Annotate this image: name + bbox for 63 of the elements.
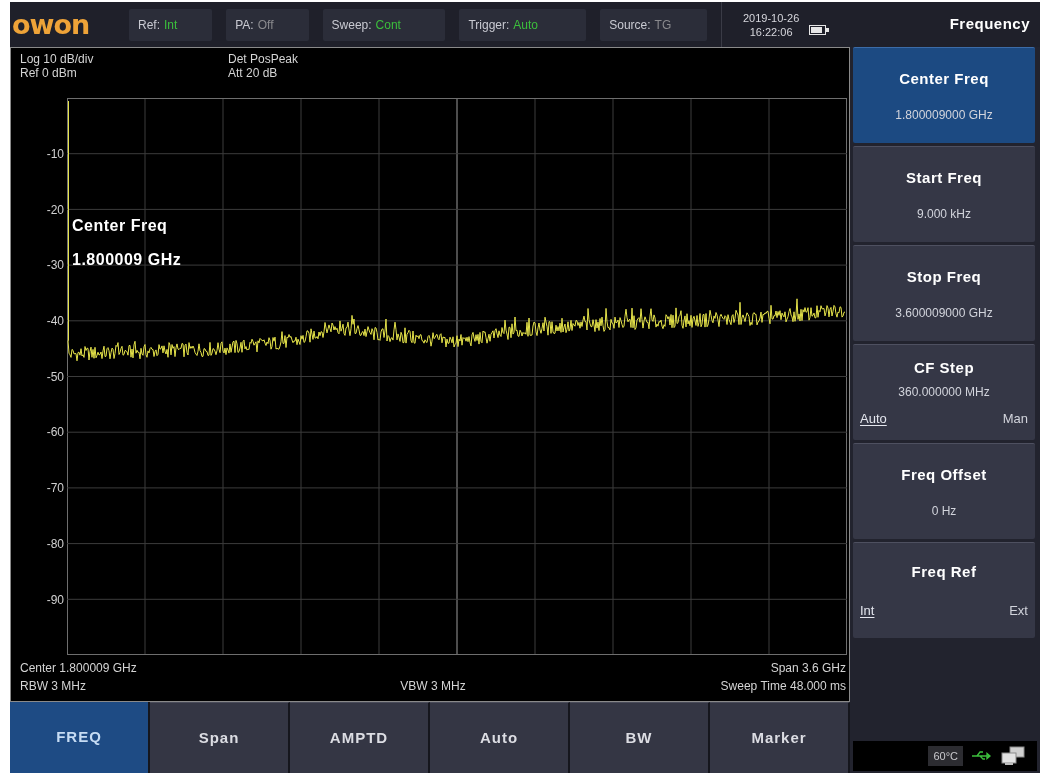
scale-text: Log 10 dB/div	[20, 52, 95, 66]
span-text: Span 3.6 GHz	[769, 660, 846, 677]
softkey-value: 360.000000 MHz	[898, 384, 990, 399]
softkey-button[interactable]: Marker	[710, 702, 850, 773]
softkey-value: 9.000 kHz	[917, 206, 971, 221]
attenuation-text: Att 20 dB	[228, 66, 279, 80]
menu-softkey[interactable]: Start Freq 9.000 kHz	[853, 146, 1035, 242]
menu-softkey[interactable]: CF Step 360.000000 MHz Auto Man	[853, 344, 1035, 440]
status-value: Off	[257, 16, 274, 34]
axis-label: -10	[46, 147, 64, 161]
option-text[interactable]: Ext	[1009, 602, 1028, 619]
menu-title: Frequency	[949, 14, 1030, 35]
axis-label: -80	[46, 536, 64, 551]
menu-softkey[interactable]: Freq Offset 0 Hz	[853, 443, 1035, 539]
softkey-value: 3.600009000 GHz	[895, 305, 993, 320]
detector-text: Det PosPeak	[228, 52, 299, 66]
status-value: Int	[164, 16, 178, 34]
sweep-time-text: Sweep Time 48.000 ms	[719, 678, 846, 695]
softkey-value: 1.800009000 GHz	[895, 107, 993, 122]
option-text[interactable]: Auto	[860, 410, 887, 427]
axis-label: -60	[46, 425, 64, 440]
center-frequency-text: Center 1.800009 GHz	[20, 660, 138, 677]
softkey-button[interactable]: BW	[570, 702, 710, 773]
brand-logo: owon	[12, 9, 90, 40]
date-text: 2019-10-26	[743, 10, 800, 25]
time-text: 16:22:06	[749, 24, 793, 39]
softkey-title: Start Freq	[906, 168, 982, 187]
softkey-title: CF Step	[913, 358, 975, 377]
vbw-text: VBW 3 MHz	[399, 678, 467, 695]
monitors-icon	[1001, 746, 1025, 766]
option-text[interactable]: Int	[860, 602, 875, 619]
axis-label: -70	[46, 481, 64, 496]
status-value: Auto	[513, 16, 538, 34]
status-label: Source:	[609, 16, 651, 34]
status-value: TG	[654, 16, 672, 34]
softkey-title: Freq Ref	[911, 562, 977, 581]
status-label: Trigger:	[468, 16, 510, 34]
softkey-button[interactable]: Span	[150, 702, 290, 773]
menu-softkey[interactable]: Center Freq 1.800009000 GHz	[853, 47, 1035, 143]
status-label: Sweep:	[331, 16, 372, 34]
usb-icon	[971, 751, 993, 761]
axis-label: -40	[46, 314, 64, 329]
axis-label: -30	[46, 258, 64, 273]
axis-label: -20	[46, 202, 64, 217]
reference-level-text: Ref 0 dBm	[20, 66, 78, 80]
softkey-title: Freq Offset	[901, 465, 987, 484]
menu-softkey[interactable]: Stop Freq 3.600009000 GHz	[853, 245, 1035, 341]
softkey-button[interactable]: Auto	[430, 702, 570, 773]
softkey-title: Center Freq	[899, 69, 989, 88]
axis-label: -90	[46, 592, 64, 607]
menu-softkey[interactable]: Freq Ref Int Ext	[853, 542, 1035, 638]
status-label: Ref:	[138, 16, 160, 34]
axis-label: -50	[46, 369, 64, 384]
battery-icon	[809, 24, 830, 35]
softkey-title: Stop Freq	[906, 267, 982, 286]
softkey-button[interactable]: AMPTD	[290, 702, 430, 773]
status-label: PA:	[235, 16, 254, 34]
softkey-value: 0 Hz	[931, 503, 957, 518]
temperature-text: 60°C	[928, 746, 963, 766]
softkey-button[interactable]: FREQ	[10, 702, 150, 773]
status-value: Cont	[375, 16, 401, 34]
option-text[interactable]: Man	[1002, 410, 1028, 427]
rbw-text: RBW 3 MHz	[20, 678, 87, 695]
